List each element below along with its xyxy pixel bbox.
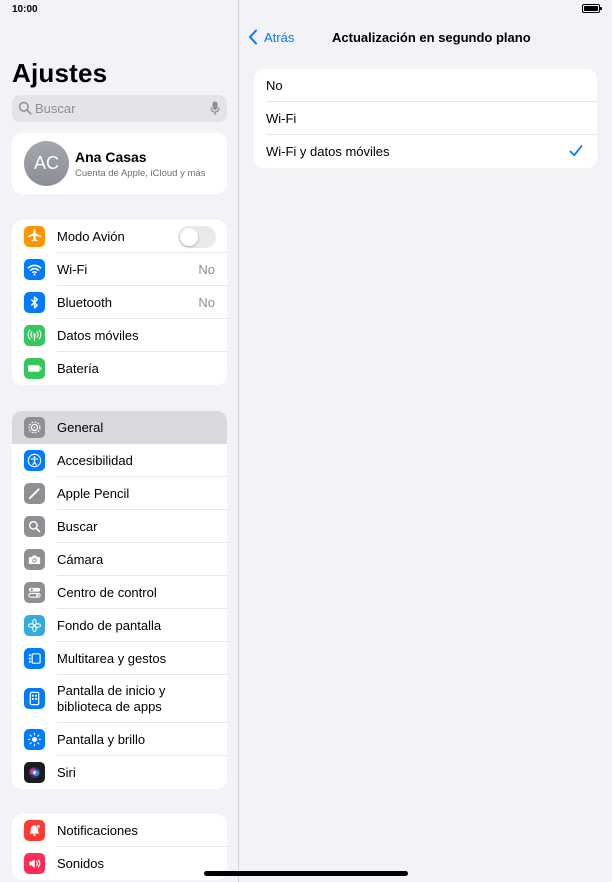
- sidebar-item-multitasking[interactable]: Multitarea y gestos: [12, 642, 227, 675]
- airplane-mode-toggle[interactable]: [178, 226, 216, 248]
- sidebar-item-airplane-mode[interactable]: Modo Avión: [12, 220, 227, 253]
- microphone-icon[interactable]: [210, 101, 220, 116]
- sidebar-item-label: General: [57, 420, 104, 435]
- home-indicator[interactable]: [204, 871, 408, 876]
- siri-icon: [24, 762, 45, 783]
- sidebar-item-label: Accesibilidad: [57, 453, 133, 468]
- checkmark-icon: [569, 145, 583, 157]
- sidebar-item-notifications[interactable]: Notificaciones: [12, 814, 227, 847]
- search-field[interactable]: Buscar: [12, 95, 227, 122]
- search-icon: [24, 516, 45, 537]
- notifications-icon: [24, 820, 45, 841]
- profile-subtitle: Cuenta de Apple, iCloud y más: [75, 168, 206, 179]
- home-screen-icon: [24, 688, 45, 709]
- back-label: Atrás: [264, 29, 295, 45]
- sidebar-item-label: Buscar: [57, 519, 98, 534]
- profile-name: Ana Casas: [75, 149, 147, 165]
- control-center-icon: [24, 582, 45, 603]
- sidebar-item-general[interactable]: General: [12, 411, 227, 444]
- option-wifi[interactable]: Wi-Fi: [254, 102, 597, 135]
- gear-icon: [24, 417, 45, 438]
- sidebar-item-label: Centro de control: [57, 585, 157, 600]
- sidebar-item-display-brightness[interactable]: Pantalla y brillo: [12, 723, 227, 756]
- avatar: AC: [24, 141, 69, 186]
- option-label: No: [266, 78, 283, 93]
- option-wifi-and-mobile-data[interactable]: Wi-Fi y datos móviles: [254, 135, 597, 168]
- sidebar-item-label: Wi-Fi: [57, 262, 88, 277]
- status-time: 10:00: [12, 4, 38, 15]
- search-placeholder: Buscar: [35, 101, 76, 116]
- sidebar-item-label: Notificaciones: [57, 823, 138, 838]
- sidebar-item-apple-pencil[interactable]: Apple Pencil: [12, 477, 227, 510]
- sidebar-item-home-screen[interactable]: Pantalla de inicio y biblioteca de apps: [12, 675, 227, 723]
- sidebar-item-search[interactable]: Buscar: [12, 510, 227, 543]
- settings-group-general: General Accesibilidad Apple Pencil Busca…: [12, 411, 227, 789]
- sidebar-item-sounds[interactable]: Sonidos: [12, 847, 227, 880]
- chevron-left-icon: [249, 29, 257, 45]
- search-icon: [18, 101, 32, 115]
- sidebar-item-label: Pantalla de inicio y biblioteca de apps: [57, 683, 166, 714]
- sidebar-item-label: Datos móviles: [57, 328, 139, 343]
- sidebar-item-bluetooth[interactable]: Bluetooth No: [12, 286, 227, 319]
- status-bar: 10:00: [0, 0, 612, 18]
- option-label: Wi-Fi y datos móviles: [266, 144, 390, 159]
- cellular-icon: [24, 325, 45, 346]
- sidebar-item-label: Siri: [57, 765, 76, 780]
- sidebar-item-control-center[interactable]: Centro de control: [12, 576, 227, 609]
- sidebar-item-label: Modo Avión: [57, 229, 125, 244]
- bluetooth-status-value: No: [198, 295, 215, 310]
- accessibility-icon: [24, 450, 45, 471]
- battery-status-icon: [582, 4, 602, 13]
- sidebar-item-label: Fondo de pantalla: [57, 618, 162, 633]
- sidebar-item-wallpaper[interactable]: Fondo de pantalla: [12, 609, 227, 642]
- battery-icon: [24, 358, 45, 379]
- wifi-status-value: No: [198, 262, 215, 277]
- apple-account-card[interactable]: AC Ana Casas Cuenta de Apple, iCloud y m…: [12, 133, 227, 194]
- option-label: Wi-Fi: [266, 111, 297, 126]
- page-title: Actualización en segundo plano: [332, 30, 531, 45]
- sounds-icon: [24, 853, 45, 874]
- option-off[interactable]: No: [254, 69, 597, 102]
- sidebar-title: Ajustes: [12, 58, 108, 88]
- airplane-icon: [24, 226, 45, 247]
- settings-group-notifications: Notificaciones Sonidos: [12, 814, 227, 880]
- sidebar-item-camera[interactable]: Cámara: [12, 543, 227, 576]
- sidebar-item-siri[interactable]: Siri: [12, 756, 227, 789]
- pencil-icon: [24, 483, 45, 504]
- sidebar-item-label: Bluetooth: [57, 295, 112, 310]
- sidebar-item-label: Cámara: [57, 552, 104, 567]
- sidebar-item-label: Sonidos: [57, 856, 104, 871]
- sidebar-item-label: Batería: [57, 361, 99, 376]
- sidebar-item-mobile-data[interactable]: Datos móviles: [12, 319, 227, 352]
- sidebar-item-label: Apple Pencil: [57, 486, 130, 501]
- wifi-icon: [24, 259, 45, 280]
- detail-pane: Atrás Actualización en segundo plano No …: [240, 0, 612, 882]
- brightness-icon: [24, 729, 45, 750]
- bluetooth-icon: [24, 292, 45, 313]
- back-button[interactable]: Atrás: [248, 28, 294, 46]
- sidebar-item-battery[interactable]: Batería: [12, 352, 227, 385]
- sidebar-item-label: Multitarea y gestos: [57, 651, 167, 666]
- multitasking-icon: [24, 648, 45, 669]
- sidebar-item-accessibility[interactable]: Accesibilidad: [12, 444, 227, 477]
- sidebar-item-wifi[interactable]: Wi-Fi No: [12, 253, 227, 286]
- camera-icon: [24, 549, 45, 570]
- wallpaper-icon: [24, 615, 45, 636]
- background-refresh-options: No Wi-Fi Wi-Fi y datos móviles: [254, 69, 597, 168]
- settings-group-connectivity: Modo Avión Wi-Fi No Bluetooth No Datos m…: [12, 220, 227, 385]
- sidebar: Ajustes Buscar AC Ana Casas Cuenta de Ap…: [0, 0, 239, 882]
- sidebar-item-label: Pantalla y brillo: [57, 732, 146, 747]
